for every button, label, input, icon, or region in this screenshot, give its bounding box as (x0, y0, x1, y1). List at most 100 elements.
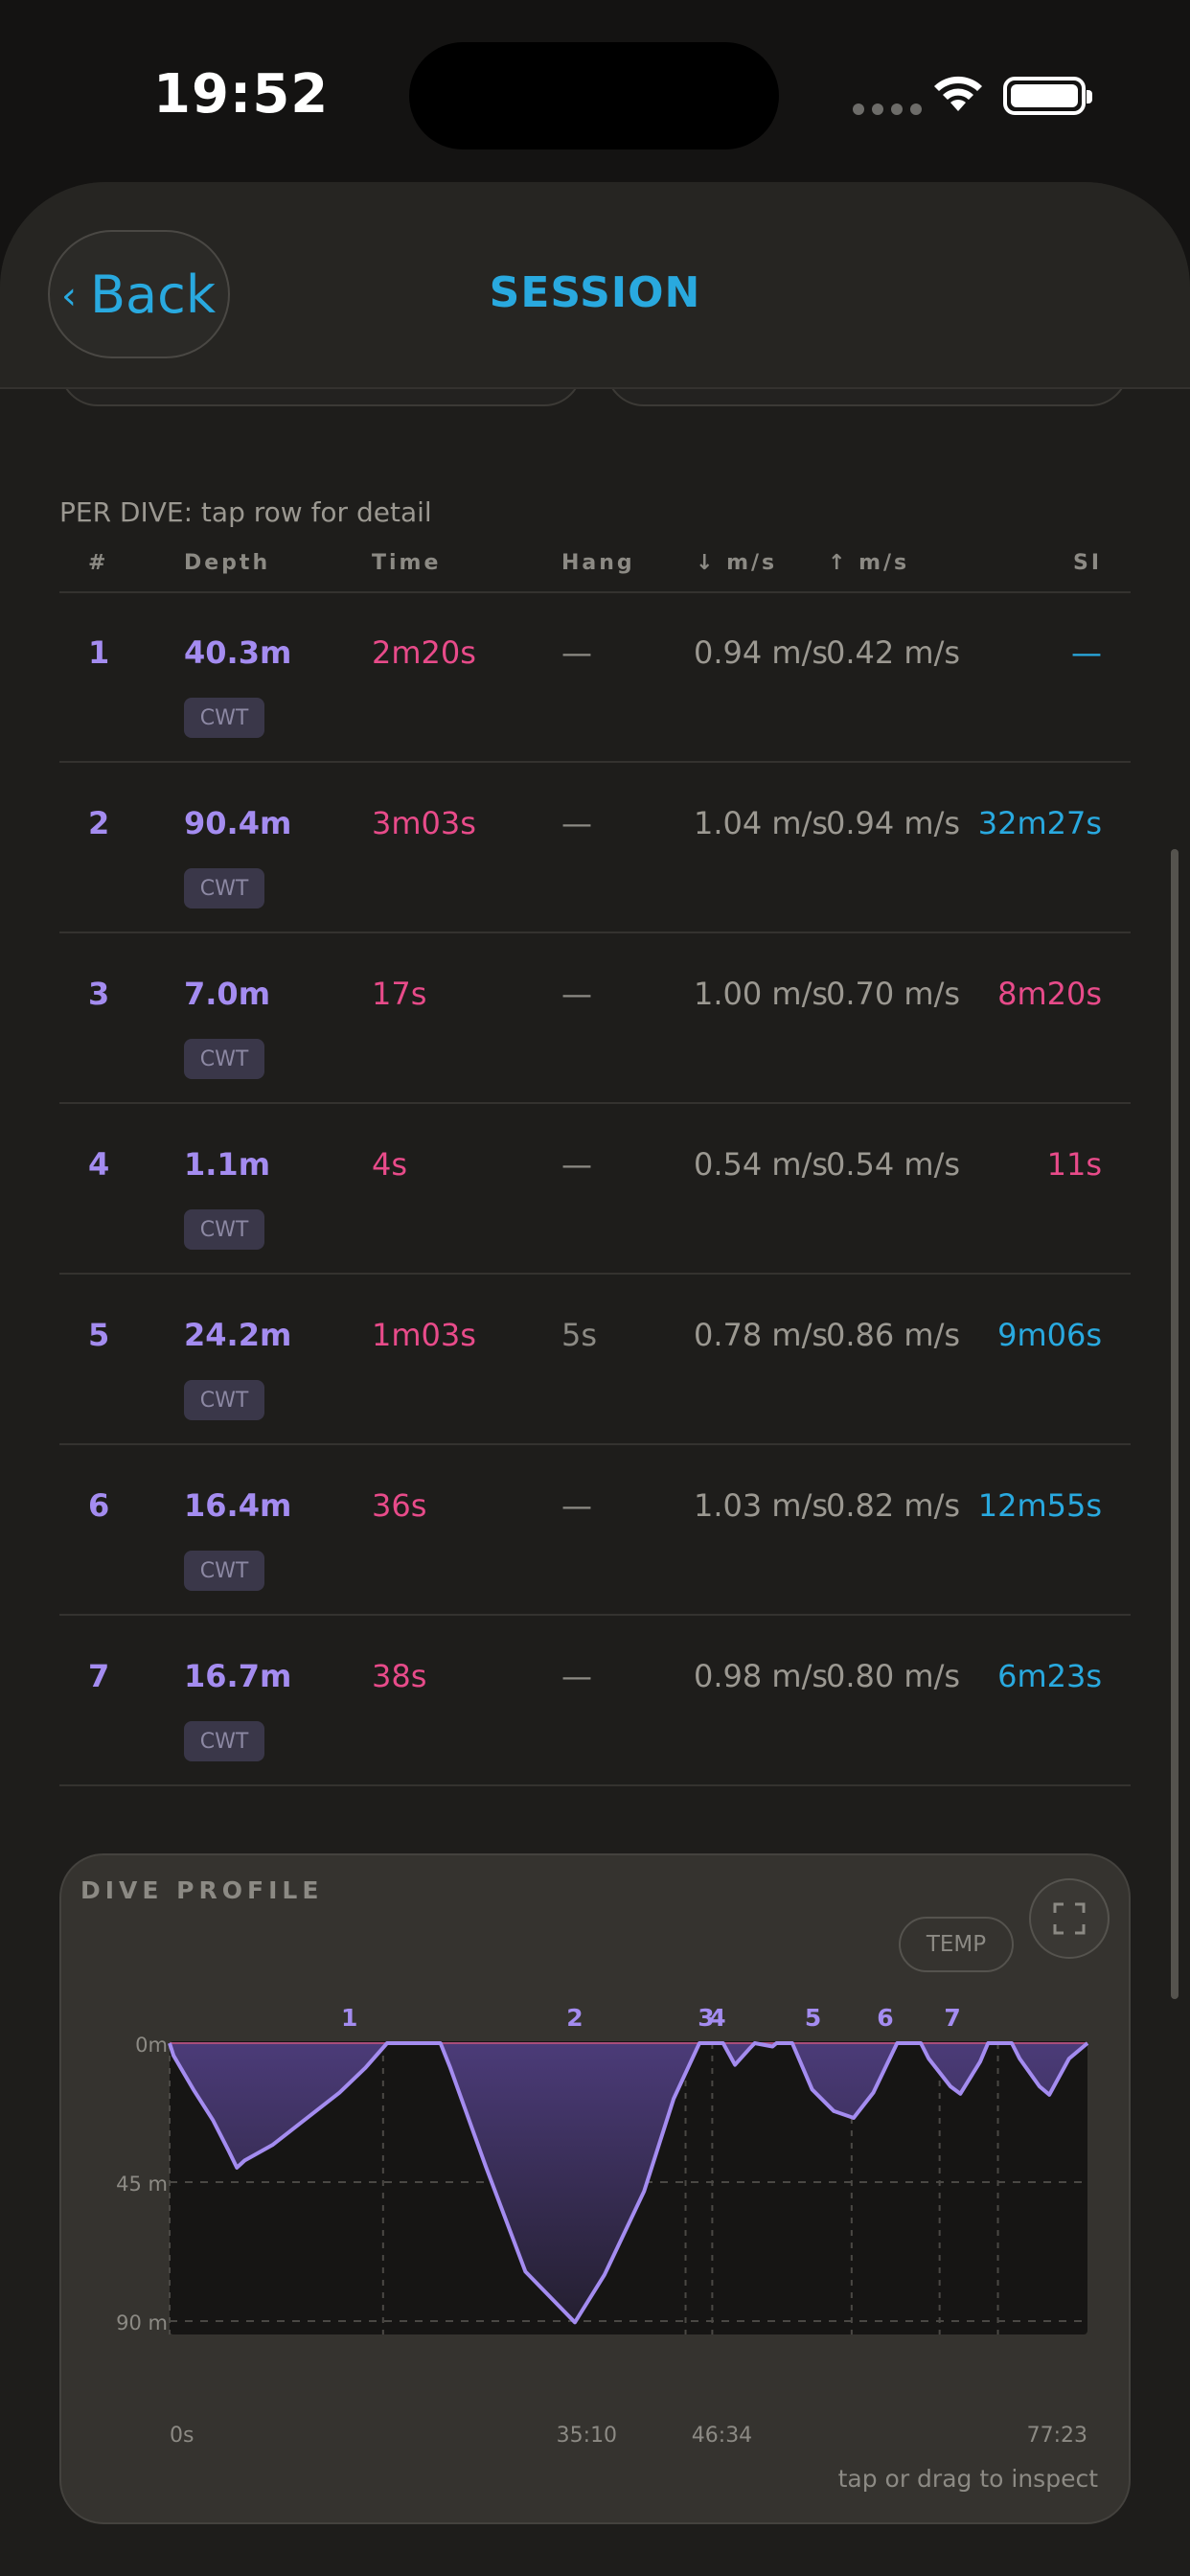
dive-number-label: 2 (566, 2004, 583, 2032)
dive-ascent-speed: 0.80 m/s (826, 1658, 961, 1694)
dive-time: 3m03s (372, 805, 476, 841)
page-title: SESSION (489, 268, 701, 317)
x-tick-label: 0s (170, 2424, 194, 2448)
session-sheet: ‹ Back SESSION PER DIVE: tap row for det… (0, 182, 1190, 2576)
y-tick-label: 90 m (116, 2312, 168, 2334)
table-row[interactable]: 6 16.4m 36s — 1.03 m/s 0.82 m/s 12m55s C… (59, 1445, 1131, 1616)
dive-descent-speed: 1.04 m/s (694, 805, 829, 841)
col-header-hang: Hang (561, 551, 635, 575)
dive-time: 4s (372, 1146, 408, 1183)
dive-hang: — (561, 634, 592, 671)
discipline-badge: CWT (184, 1209, 264, 1250)
dive-surface-interval: 9m06s (997, 1317, 1102, 1353)
dive-number-label: 5 (805, 2004, 821, 2032)
dive-depth: 7.0m (184, 976, 271, 1012)
col-header-ascent-speed: ↑ m/s (828, 551, 910, 575)
dive-ascent-speed: 0.86 m/s (826, 1317, 961, 1353)
dive-depth: 90.4m (184, 805, 292, 841)
table-row[interactable]: 7 16.7m 38s — 0.98 m/s 0.80 m/s 6m23s CW… (59, 1616, 1131, 1786)
col-header-descent-speed: ↓ m/s (696, 551, 778, 575)
col-header-number: # (88, 551, 109, 575)
table-row[interactable]: 5 24.2m 1m03s 5s 0.78 m/s 0.86 m/s 9m06s… (59, 1275, 1131, 1445)
dive-ascent-speed: 0.94 m/s (826, 805, 961, 841)
table-row[interactable]: 2 90.4m 3m03s — 1.04 m/s 0.94 m/s 32m27s… (59, 763, 1131, 933)
cellular-signal-icon (853, 104, 922, 115)
dynamic-island (409, 42, 779, 150)
table-row[interactable]: 4 1.1m 4s — 0.54 m/s 0.54 m/s 11s CWT (59, 1104, 1131, 1275)
x-tick-label: 77:23 (1027, 2424, 1087, 2448)
col-header-surface-interval: SI (1072, 551, 1102, 575)
dive-number: 6 (88, 1487, 110, 1524)
dive-time: 17s (372, 976, 427, 1012)
dive-surface-interval: 6m23s (997, 1658, 1102, 1694)
discipline-badge: CWT (184, 698, 264, 738)
dive-number-label: 6 (877, 2004, 893, 2032)
expand-icon (1053, 1902, 1086, 1935)
dive-hang: — (561, 805, 592, 841)
inspect-hint: tap or drag to inspect (837, 2465, 1098, 2493)
dive-number: 1 (88, 634, 110, 671)
dive-hang: — (561, 1658, 592, 1694)
dive-ascent-speed: 0.54 m/s (826, 1146, 961, 1183)
dive-descent-speed: 1.03 m/s (694, 1487, 829, 1524)
discipline-badge: CWT (184, 1380, 264, 1420)
dive-profile-card: 0m 45 m 90 m 0s 35:10 46:34 77:23 1 2 3 4 5 6 7 DIVE … (59, 1853, 1131, 2524)
discipline-badge: CWT (184, 1551, 264, 1591)
table-row[interactable]: 1 40.3m 2m20s — 0.94 m/s 0.42 m/s — CWT (59, 592, 1131, 763)
y-tick-label: 45 m (116, 2173, 168, 2196)
status-time: 19:52 (153, 63, 330, 126)
dive-surface-interval: 11s (1046, 1146, 1102, 1183)
dive-number: 7 (88, 1658, 110, 1694)
dive-surface-interval: 12m55s (977, 1487, 1102, 1524)
dive-depth: 16.4m (184, 1487, 292, 1524)
dive-hang: 5s (561, 1317, 598, 1353)
discipline-badge: CWT (184, 1721, 264, 1761)
discipline-badge: CWT (184, 868, 264, 908)
temp-toggle-button[interactable]: TEMP (899, 1917, 1014, 1972)
profile-title: DIVE PROFILE (80, 1876, 324, 1904)
dive-surface-interval: 32m27s (977, 805, 1102, 841)
dive-hang: — (561, 976, 592, 1012)
dive-descent-speed: 0.98 m/s (694, 1658, 829, 1694)
dive-number-label: 7 (944, 2004, 960, 2032)
dive-descent-speed: 0.94 m/s (694, 634, 829, 671)
dive-ascent-speed: 0.42 m/s (826, 634, 961, 671)
dive-time: 36s (372, 1487, 427, 1524)
dive-number: 3 (88, 976, 110, 1012)
dive-descent-speed: 1.00 m/s (694, 976, 829, 1012)
x-tick-label: 46:34 (692, 2424, 752, 2448)
table-row[interactable]: 3 7.0m 17s — 1.00 m/s 0.70 m/s 8m20s CWT (59, 933, 1131, 1104)
dive-number: 4 (88, 1146, 110, 1183)
dive-descent-speed: 0.54 m/s (694, 1146, 829, 1183)
col-header-depth: Depth (184, 551, 271, 575)
dive-time: 2m20s (372, 634, 476, 671)
dive-number: 5 (88, 1317, 110, 1353)
expand-button[interactable] (1029, 1878, 1110, 1959)
dive-time: 1m03s (372, 1317, 476, 1353)
dive-number: 2 (88, 805, 110, 841)
table-caption: PER DIVE: tap row for detail (59, 496, 432, 528)
scrollbar-thumb[interactable] (1171, 849, 1179, 1999)
wifi-icon (934, 76, 982, 111)
col-header-time: Time (372, 551, 442, 575)
dive-depth: 40.3m (184, 634, 292, 671)
dive-surface-interval: — (1071, 634, 1102, 671)
dive-depth: 1.1m (184, 1146, 271, 1183)
dive-ascent-speed: 0.82 m/s (826, 1487, 961, 1524)
table-header: # Depth Time Hang ↓ m/s ↑ m/s SI (59, 551, 1131, 593)
dive-time: 38s (372, 1658, 427, 1694)
y-tick-label: 0m (135, 2034, 168, 2057)
dive-hang: — (561, 1487, 592, 1524)
dive-number-label: 1 (341, 2004, 357, 2032)
dive-table: 1 40.3m 2m20s — 0.94 m/s 0.42 m/s — CWT … (59, 592, 1131, 1786)
dive-number-label: 4 (709, 2004, 725, 2032)
navigation-bar: ‹ Back SESSION (0, 182, 1190, 389)
discipline-badge: CWT (184, 1039, 264, 1079)
dive-hang: — (561, 1146, 592, 1183)
x-tick-label: 35:10 (557, 2424, 617, 2448)
battery-icon (1003, 77, 1092, 115)
dive-depth: 24.2m (184, 1317, 292, 1353)
dive-depth: 16.7m (184, 1658, 292, 1694)
dive-descent-speed: 0.78 m/s (694, 1317, 829, 1353)
dive-surface-interval: 8m20s (997, 976, 1102, 1012)
